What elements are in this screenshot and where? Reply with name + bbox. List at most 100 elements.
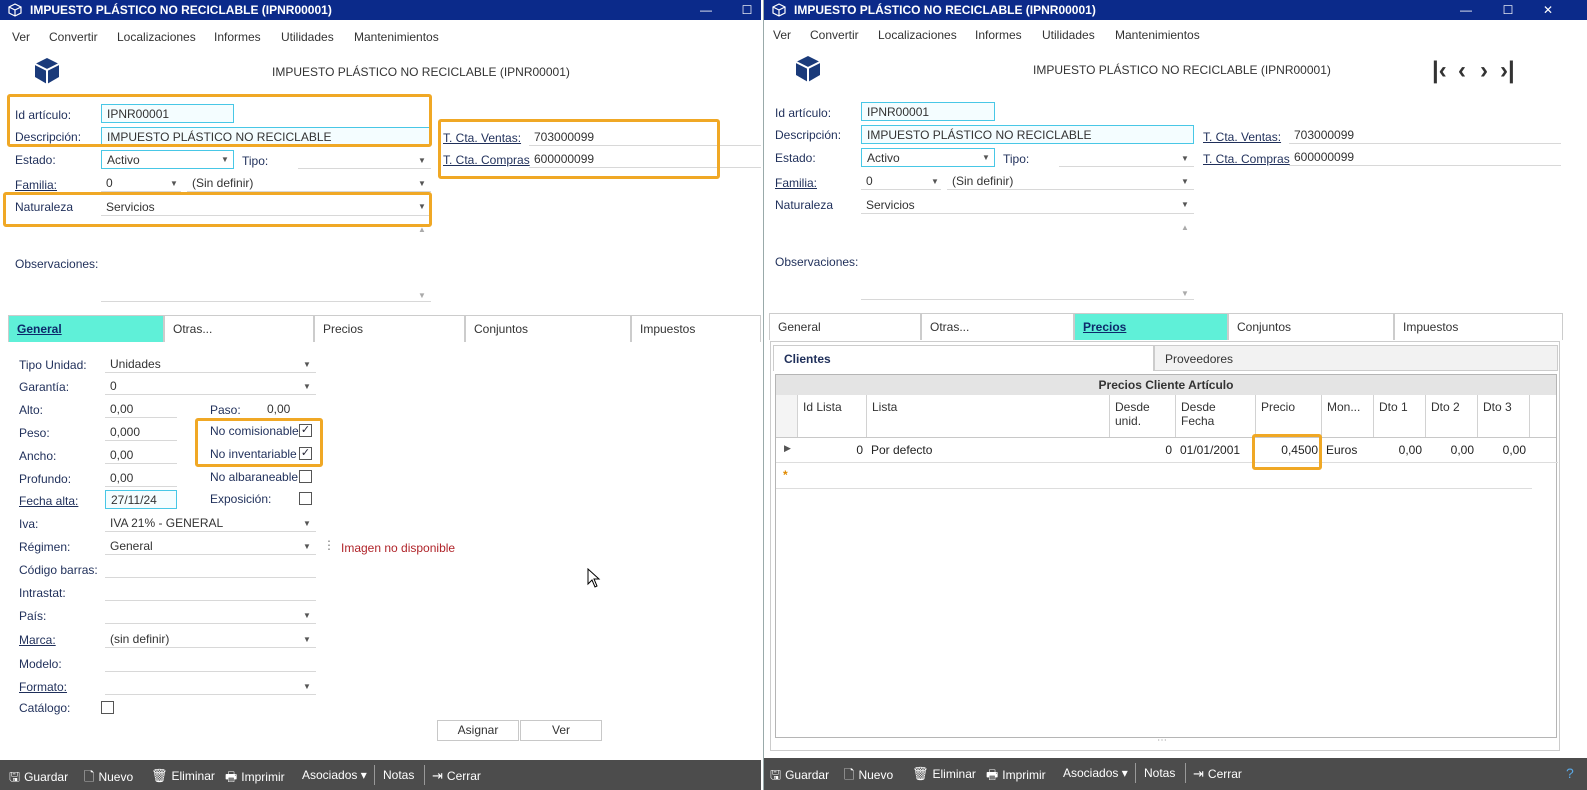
chevron-down-icon[interactable]: ▼ xyxy=(418,156,426,165)
tab-conjuntos[interactable]: Conjuntos xyxy=(465,315,631,342)
familia-name-field[interactable]: (Sin definir) xyxy=(187,174,431,192)
familia-name-field[interactable]: (Sin definir) xyxy=(947,172,1194,190)
chevron-down-icon[interactable]: ▼ xyxy=(931,177,939,186)
exposicion-checkbox[interactable] xyxy=(299,492,312,505)
menu-localizaciones[interactable]: Localizaciones xyxy=(117,30,196,44)
tab-precios[interactable]: Precios xyxy=(1074,313,1228,340)
fecha-alta-link[interactable]: Fecha alta: xyxy=(19,494,78,508)
chevron-down-icon[interactable]: ▼ xyxy=(1181,177,1189,186)
intrastat-input[interactable] xyxy=(105,583,316,601)
menu-localizaciones[interactable]: Localizaciones xyxy=(878,28,957,42)
scroll-down-icon[interactable]: ▼ xyxy=(418,291,426,300)
cell-moneda[interactable]: Euros xyxy=(1326,443,1357,457)
col-header-dto3[interactable]: Dto 3 xyxy=(1478,395,1530,437)
save-button[interactable]: 🖫 Guardar xyxy=(9,768,68,790)
minimize-button[interactable]: — xyxy=(696,1,716,19)
next-record-icon[interactable]: › xyxy=(1480,57,1488,85)
observaciones-textarea[interactable] xyxy=(861,282,1194,300)
last-record-icon[interactable]: ›| xyxy=(1500,57,1515,85)
menu-convertir[interactable]: Convertir xyxy=(49,30,98,44)
tipo-select[interactable] xyxy=(1059,149,1194,167)
delete-button[interactable]: 🗑 Eliminar xyxy=(151,768,215,784)
tipo-unidad-select[interactable]: Unidades xyxy=(105,355,316,373)
maximize-button[interactable]: ☐ xyxy=(737,1,757,19)
catalogo-checkbox[interactable] xyxy=(101,701,114,714)
subtab-proveedores[interactable]: Proveedores xyxy=(1154,345,1558,371)
marca-link[interactable]: Marca: xyxy=(19,633,56,647)
estado-select[interactable]: Activo xyxy=(861,148,995,167)
tipo-select[interactable] xyxy=(298,151,431,169)
menu-utilidades[interactable]: Utilidades xyxy=(1042,28,1095,42)
menu-ver[interactable]: Ver xyxy=(773,28,791,42)
chevron-down-icon[interactable]: ▼ xyxy=(170,179,178,188)
formato-link[interactable]: Formato: xyxy=(19,680,67,694)
close-button[interactable]: ⇥ Cerrar xyxy=(1193,766,1242,782)
ancho-input[interactable]: 0,00 xyxy=(105,446,177,464)
formato-select[interactable] xyxy=(105,677,316,695)
familia-link[interactable]: Familia: xyxy=(15,178,57,192)
cta-ventas-link[interactable]: T. Cta. Ventas: xyxy=(1203,130,1281,144)
scroll-up-icon[interactable]: ▲ xyxy=(1181,223,1189,232)
col-header-dto1[interactable]: Dto 1 xyxy=(1374,395,1426,437)
tab-otras[interactable]: Otras... xyxy=(921,313,1074,340)
cell-dto3[interactable]: 0,00 xyxy=(1478,443,1530,457)
tab-precios[interactable]: Precios xyxy=(314,315,465,342)
associated-dropdown[interactable]: Asociados ▾ xyxy=(302,768,367,782)
maximize-button[interactable]: ☐ xyxy=(1498,1,1518,19)
new-row[interactable]: * xyxy=(776,463,1532,489)
menu-mantenimientos[interactable]: Mantenimientos xyxy=(1115,28,1200,42)
cell-desde-fecha[interactable]: 01/01/2001 xyxy=(1180,443,1240,457)
pais-select[interactable] xyxy=(105,606,316,624)
assign-button[interactable]: Asignar xyxy=(437,720,519,741)
menu-informes[interactable]: Informes xyxy=(214,30,261,44)
cell-dto1[interactable]: 0,00 xyxy=(1374,443,1426,457)
chevron-down-icon[interactable]: ▼ xyxy=(303,611,311,620)
close-window-button[interactable]: ✕ xyxy=(1538,1,1558,19)
cell-id-lista[interactable]: 0 xyxy=(798,443,867,457)
new-button[interactable]: 🗋 Nuevo xyxy=(844,766,893,788)
scroll-down-icon[interactable]: ▼ xyxy=(1181,289,1189,298)
estado-select[interactable]: Activo xyxy=(101,150,234,169)
delete-button[interactable]: 🗑 Eliminar xyxy=(912,766,976,782)
tab-general[interactable]: General xyxy=(769,313,921,340)
familia-code-select[interactable]: 0 xyxy=(101,174,181,192)
description-input[interactable]: IMPUESTO PLÁSTICO NO RECICLABLE xyxy=(861,125,1194,144)
alto-input[interactable]: 0,00 xyxy=(105,400,177,418)
profundo-input[interactable]: 0,00 xyxy=(105,469,177,487)
cell-lista[interactable]: Por defecto xyxy=(871,443,932,457)
view-button[interactable]: Ver xyxy=(520,720,602,741)
notes-button[interactable]: Notas xyxy=(383,768,414,782)
notes-button[interactable]: Notas xyxy=(1144,766,1175,780)
menu-informes[interactable]: Informes xyxy=(975,28,1022,42)
observaciones-textarea[interactable] xyxy=(101,284,431,302)
help-icon[interactable]: ? xyxy=(1566,765,1574,781)
chevron-down-icon[interactable]: ▼ xyxy=(303,682,311,691)
menu-convertir[interactable]: Convertir xyxy=(810,28,859,42)
menu-utilidades[interactable]: Utilidades xyxy=(281,30,334,44)
chevron-down-icon[interactable]: ▼ xyxy=(1181,200,1189,209)
col-header-desde-fecha[interactable]: Desde Fecha xyxy=(1176,395,1256,437)
print-button[interactable]: 🖶 Imprimir xyxy=(225,768,285,790)
col-header-desde-unid[interactable]: Desde unid. xyxy=(1110,395,1176,437)
subtab-clientes[interactable]: Clientes xyxy=(773,345,1154,371)
associated-dropdown[interactable]: Asociados ▾ xyxy=(1063,766,1128,780)
tab-impuestos[interactable]: Impuestos xyxy=(1394,313,1563,340)
chevron-down-icon[interactable]: ▼ xyxy=(221,155,229,164)
col-header-id-lista[interactable]: Id Lista xyxy=(798,395,867,437)
codigo-barras-input[interactable] xyxy=(105,560,316,578)
marca-select[interactable]: (sin definir) xyxy=(105,630,316,648)
col-header-lista[interactable]: Lista xyxy=(867,395,1110,437)
naturaleza-select[interactable]: Servicios xyxy=(861,196,1194,214)
kebab-menu-icon[interactable]: ⋮ xyxy=(323,538,335,552)
no-albaraneable-checkbox[interactable] xyxy=(299,470,312,483)
chevron-down-icon[interactable]: ▼ xyxy=(1181,154,1189,163)
modelo-input[interactable] xyxy=(105,654,316,672)
cta-compras-link[interactable]: T. Cta. Compras xyxy=(1203,152,1290,166)
fecha-alta-input[interactable]: 27/11/24 xyxy=(105,490,177,509)
minimize-button[interactable]: — xyxy=(1456,1,1476,19)
paso-input[interactable]: 0,00 xyxy=(262,400,317,418)
menu-ver[interactable]: Ver xyxy=(12,30,30,44)
chevron-down-icon[interactable]: ▼ xyxy=(303,542,311,551)
table-row[interactable]: ▶ 0 Por defecto 0 01/01/2001 0,4500 Euro… xyxy=(776,437,1558,463)
col-header-precio[interactable]: Precio xyxy=(1256,395,1322,437)
